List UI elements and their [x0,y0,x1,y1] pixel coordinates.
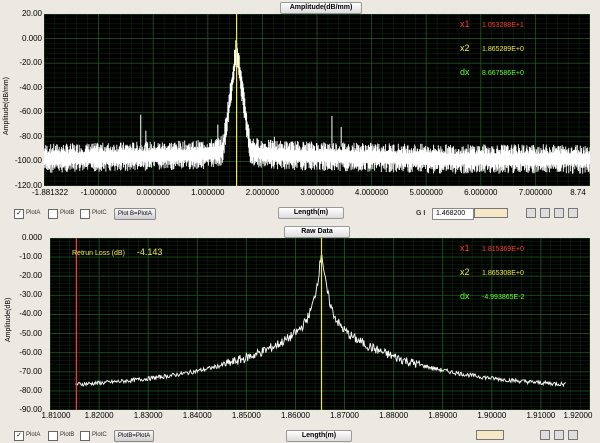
amplitude-cursor-name: x1 [460,19,470,29]
amplitude-x-tick-label: 7.000000 [518,188,553,197]
plota-checkbox[interactable]: ✓ [14,209,24,219]
amplitude-x-tick-label: 5.000000 [409,188,443,197]
plotb-checkbox[interactable] [48,209,58,219]
raw-data-x-tick-label: 1.81000 [41,411,71,420]
amplitude-cursor-name: dx [460,67,470,77]
amplitude-cursor-x2: x2 1.865289E+0 [460,43,524,53]
amplitude-cursor-value: 8.667586E+0 [482,70,524,77]
raw-data-x-tick-label: 1.82000 [84,411,114,420]
raw-data-cursor-x2: x2 1.865308E+0 [460,267,524,277]
raw-data-cursor-name: x1 [460,243,470,253]
raw-graph-mode-icon[interactable] [476,430,504,440]
amplitude-x-tick-label: 1.000000 [191,188,225,197]
plota-label: PlotA [26,210,41,216]
amplitude-y-tick-label: -40.00 [19,82,42,92]
raw-data-y-tick-label: -30.00 [19,290,42,300]
amplitude-cursor-value: 1.053288E+1 [482,22,524,29]
plotc-label: PlotC [92,210,107,216]
raw-data-chart-svg [50,238,590,410]
amplitude-y-tick-label: 20.00 [21,9,42,18]
raw-data-y-tick-label: -90.00 [19,405,42,414]
amplitude-x-tick-label: 6.000000 [464,188,498,197]
raw-plota-checkbox[interactable]: ✓ [14,431,24,441]
amplitude-x-tick-label: -1.881322 [31,188,69,197]
raw-zoom-icon[interactable] [554,430,564,440]
raw-plotc-checkbox[interactable] [80,431,90,441]
return-loss-readout: Retrun Loss (dB) -4.143 [72,247,162,257]
raw-data-y-tick-label: -60.00 [19,347,42,357]
amplitude-y-tick-label: -60.00 [19,107,42,117]
plotb-label: PlotB [60,210,75,216]
raw-data-x-tick-label: 1.90000 [477,411,507,420]
amplitude-cursor-value: 1.865289E+0 [482,46,524,53]
amplitude-y-tick-label: -20.00 [19,58,42,68]
raw-data-x-tick-label: 1.87000 [330,411,359,420]
amplitude-x-tick-label: 0.000000 [136,188,170,197]
gain-value-field[interactable]: 1.468200 [432,208,474,220]
raw-data-cursor-name: x2 [460,267,470,277]
raw-data-y-tick-label: -70.00 [19,366,42,376]
graph-mode-icon[interactable] [474,208,508,218]
amplitude-cursor-x1: x1 1.053288E+1 [460,19,524,29]
crosshair-icon[interactable] [540,208,550,218]
raw-data-x-axis-title: Length(m) [286,430,352,442]
raw-data-y-tick-label: -80.00 [19,385,42,395]
return-loss-value: -4.143 [136,247,163,257]
raw-data-x-tick-label: 1.86000 [280,411,310,420]
raw-data-y-tick-label: -50.00 [19,328,42,338]
plotc-checkbox[interactable] [80,209,90,219]
amplitude-panel: Amplitude(dB/mm) Amplitude(dB/mm) 20.00 0… [0,0,600,222]
raw-data-x-tick-label: 1.85000 [231,411,261,420]
lock-icon[interactable] [526,208,536,218]
amplitude-x-tick-label: -1.000000 [80,188,117,197]
raw-data-cursor-value: 1.815369E+0 [482,246,524,253]
amplitude-x-axis-title: Length(m) [278,207,344,219]
raw-data-x-tick-label: 1.83000 [133,411,163,420]
raw-pan-icon[interactable] [568,430,578,440]
raw-plotb-checkbox[interactable] [48,431,58,441]
amplitude-x-tick-label: 3.000000 [300,188,334,197]
raw-data-cursor-x1: x1 1.815369E+0 [460,243,524,253]
amplitude-x-tick-label: 8.74 [570,188,586,197]
gain-label: G I [416,210,426,217]
return-loss-label: Retrun Loss (dB) [72,250,125,257]
raw-data-x-tick-label: 1.91000 [526,411,556,420]
raw-data-x-tick-label: 1.92000 [563,411,593,420]
raw-data-panel: Raw Data Amplitude(dB) 0.000 -10.00 -20.00… [0,222,600,443]
raw-data-y-tick-label: -20.00 [19,271,42,281]
raw-data-x-tick-label: 1.89000 [428,411,458,420]
amplitude-cursor-name: x2 [460,43,470,53]
raw-data-y-tick-label: -40.00 [19,309,42,319]
raw-data-cursor-value: 1.865308E+0 [482,270,524,277]
raw-data-x-tick-label: 1.88000 [379,411,409,420]
raw-plotc-label: PlotC [92,432,107,438]
raw-plotb-label: PlotB [60,432,75,438]
amplitude-chart-title: Amplitude(dB/mm) [280,2,362,14]
raw-data-cursor-dx: dx -4.993865E-2 [460,291,524,301]
amplitude-x-tick-label: 4.000000 [354,188,389,197]
raw-data-chart-title: Raw Data [284,226,350,238]
raw-data-cursor-name: dx [460,291,470,301]
amplitude-chart-svg [44,14,590,186]
amplitude-y-tick-label: -100.00 [14,156,42,166]
raw-data-cursor-value: -4.993865E-2 [482,294,525,301]
amplitude-cursor-dx: dx 8.667586E+0 [460,67,524,77]
raw-data-plot-area[interactable]: Retrun Loss (dB) -4.143 x1 1.815369E+0 x2 1… [50,238,590,410]
raw-plota-label: PlotA [26,432,41,438]
amplitude-y-tick-label: 0.000 [21,33,42,43]
amplitude-x-tick-label: 2.000000 [245,188,280,197]
amplitude-plot-area[interactable]: x1 1.053288E+1 x2 1.865289E+0 dx 8.667586E+0 [44,14,590,186]
raw-data-x-tick-label: 1.84000 [182,411,212,420]
raw-crosshair-icon[interactable] [540,430,550,440]
amplitude-y-tick-label: -80.00 [19,131,42,141]
raw-plot-b-equals-a-button[interactable]: PlotB=PlotA [114,430,155,442]
zoom-icon[interactable] [554,208,564,218]
raw-data-y-tick-label: 0.000 [21,233,42,242]
plot-b-equals-a-button[interactable]: Plot B=PlotA [114,208,156,220]
pan-icon[interactable] [568,208,578,218]
raw-data-y-tick-label: -10.00 [19,252,42,262]
